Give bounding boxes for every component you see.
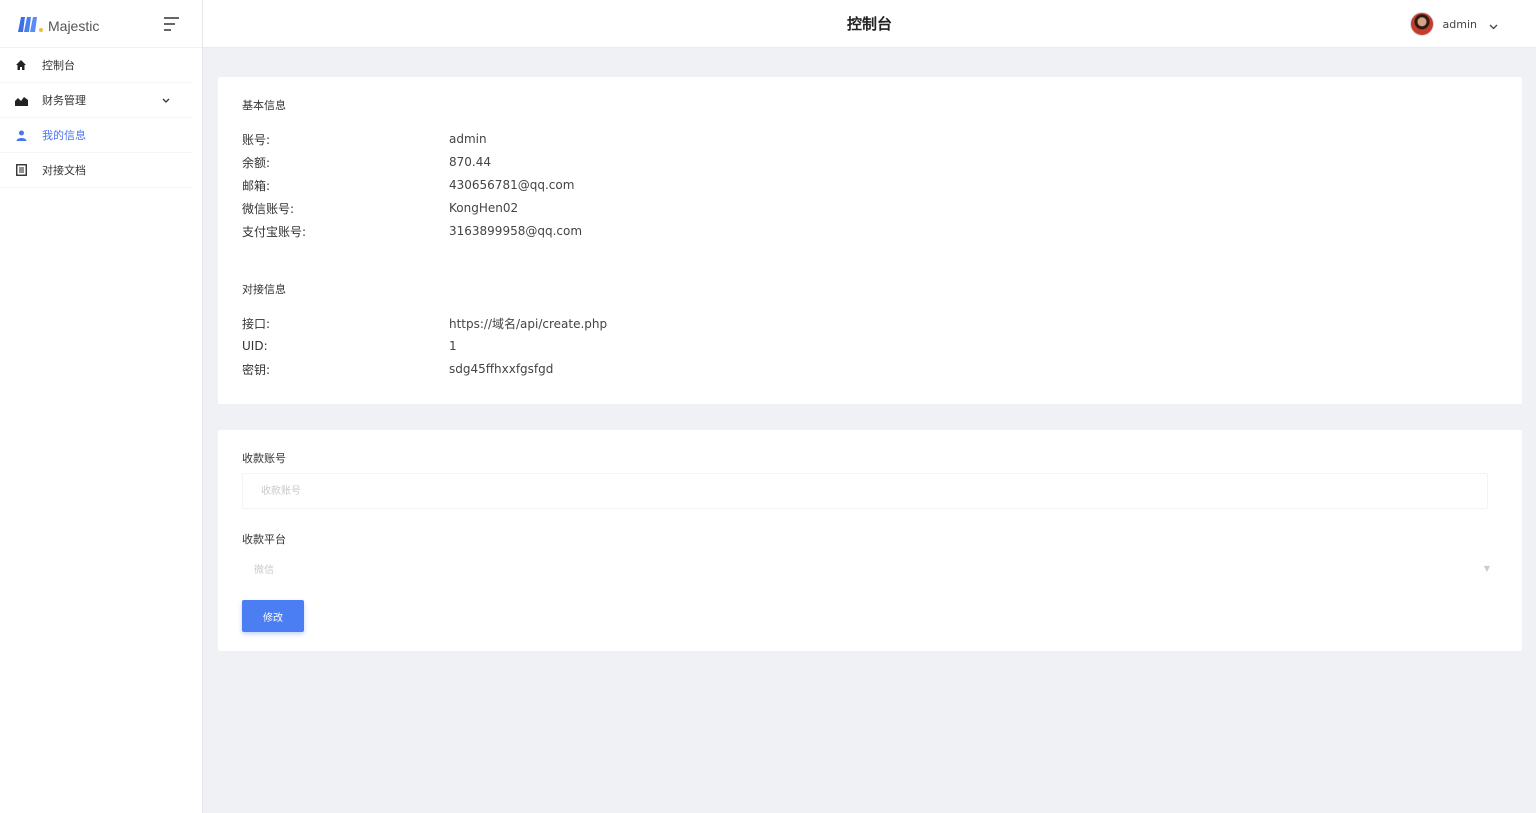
info-value: KongHen02 [449,201,519,215]
brand: Majestic [0,0,202,48]
payee-platform-selected: 微信 [254,564,274,576]
info-label: 微信账号: [242,201,295,216]
info-value: 430656781@qq.com [449,178,575,192]
info-label: 支付宝账号: [242,224,307,239]
user-menu[interactable]: admin [1409,12,1498,36]
info-label: 邮箱: [242,178,271,193]
chart-area-icon [14,93,28,107]
info-row-account: 账号: admin [242,129,1498,149]
submit-button[interactable]: 修改 [242,600,304,632]
payee-form-card: 收款账号 收款平台 微信 ▼ 修改 [218,430,1522,651]
caret-down-icon: ▼ [1483,563,1490,573]
sidebar-item-label: 控制台 [42,59,75,72]
info-value: 3163899958@qq.com [449,224,583,238]
brand-name: Majestic [48,17,100,34]
info-row-balance: 余额: 870.44 [242,152,1498,172]
sidebar-item-label: 财务管理 [42,94,86,107]
info-card: 基本信息 账号: admin 余额: 870.44 邮箱: 430656781@… [218,77,1522,404]
info-row-wechat: 微信账号: KongHen02 [242,198,1498,218]
info-row-email: 邮箱: 430656781@qq.com [242,175,1498,195]
sidebar-item-api-docs[interactable]: 对接文档 [0,153,192,188]
page-title: 控制台 [846,15,892,33]
info-row-api-endpoint: 接口: https://域名/api/create.php [242,313,1498,333]
payee-account-input[interactable] [242,473,1488,509]
chevron-down-icon[interactable] [1489,15,1498,34]
menu-toggle-icon[interactable] [164,16,182,31]
section-title-basic-info: 基本信息 [242,99,286,112]
info-value: 870.44 [449,155,491,169]
document-icon [14,163,28,177]
user-icon [14,128,28,142]
home-icon [14,58,28,72]
info-label: 余额: [242,155,271,170]
top-header: 控制台 admin [203,0,1536,48]
info-value: sdg45ffhxxfgsfgd [449,362,554,376]
info-label: 密钥: [242,362,271,377]
majestic-logo-icon[interactable] [16,13,44,35]
info-row-uid: UID: 1 [242,336,1498,356]
info-row-alipay: 支付宝账号: 3163899958@qq.com [242,221,1498,241]
info-label: 账号: [242,132,271,147]
sidebar-nav: 控制台 财务管理 我的信息 对接文档 [0,48,202,188]
chevron-down-icon [162,94,170,107]
payee-platform-select[interactable]: 微信 ▼ [242,555,1502,581]
info-label: UID: [242,339,268,353]
info-value: 1 [449,339,457,353]
user-name: admin [1442,17,1477,31]
info-value: https://域名/api/create.php [449,316,608,331]
sidebar: Majestic 控制台 财务管理 我的信息 对接文档 [0,0,203,813]
sidebar-item-label: 我的信息 [42,129,86,142]
payee-platform-label: 收款平台 [242,533,286,546]
sidebar-item-label: 对接文档 [42,164,86,177]
sidebar-item-dashboard[interactable]: 控制台 [0,48,192,83]
sidebar-item-my-info[interactable]: 我的信息 [0,118,192,153]
sidebar-item-finance[interactable]: 财务管理 [0,83,192,118]
avatar[interactable] [1409,12,1434,36]
payee-account-label: 收款账号 [242,452,286,465]
info-row-secret-key: 密钥: sdg45ffhxxfgsfgd [242,359,1498,379]
info-label: 接口: [242,316,271,331]
info-value: admin [449,132,487,146]
section-title-api-info: 对接信息 [242,283,286,296]
